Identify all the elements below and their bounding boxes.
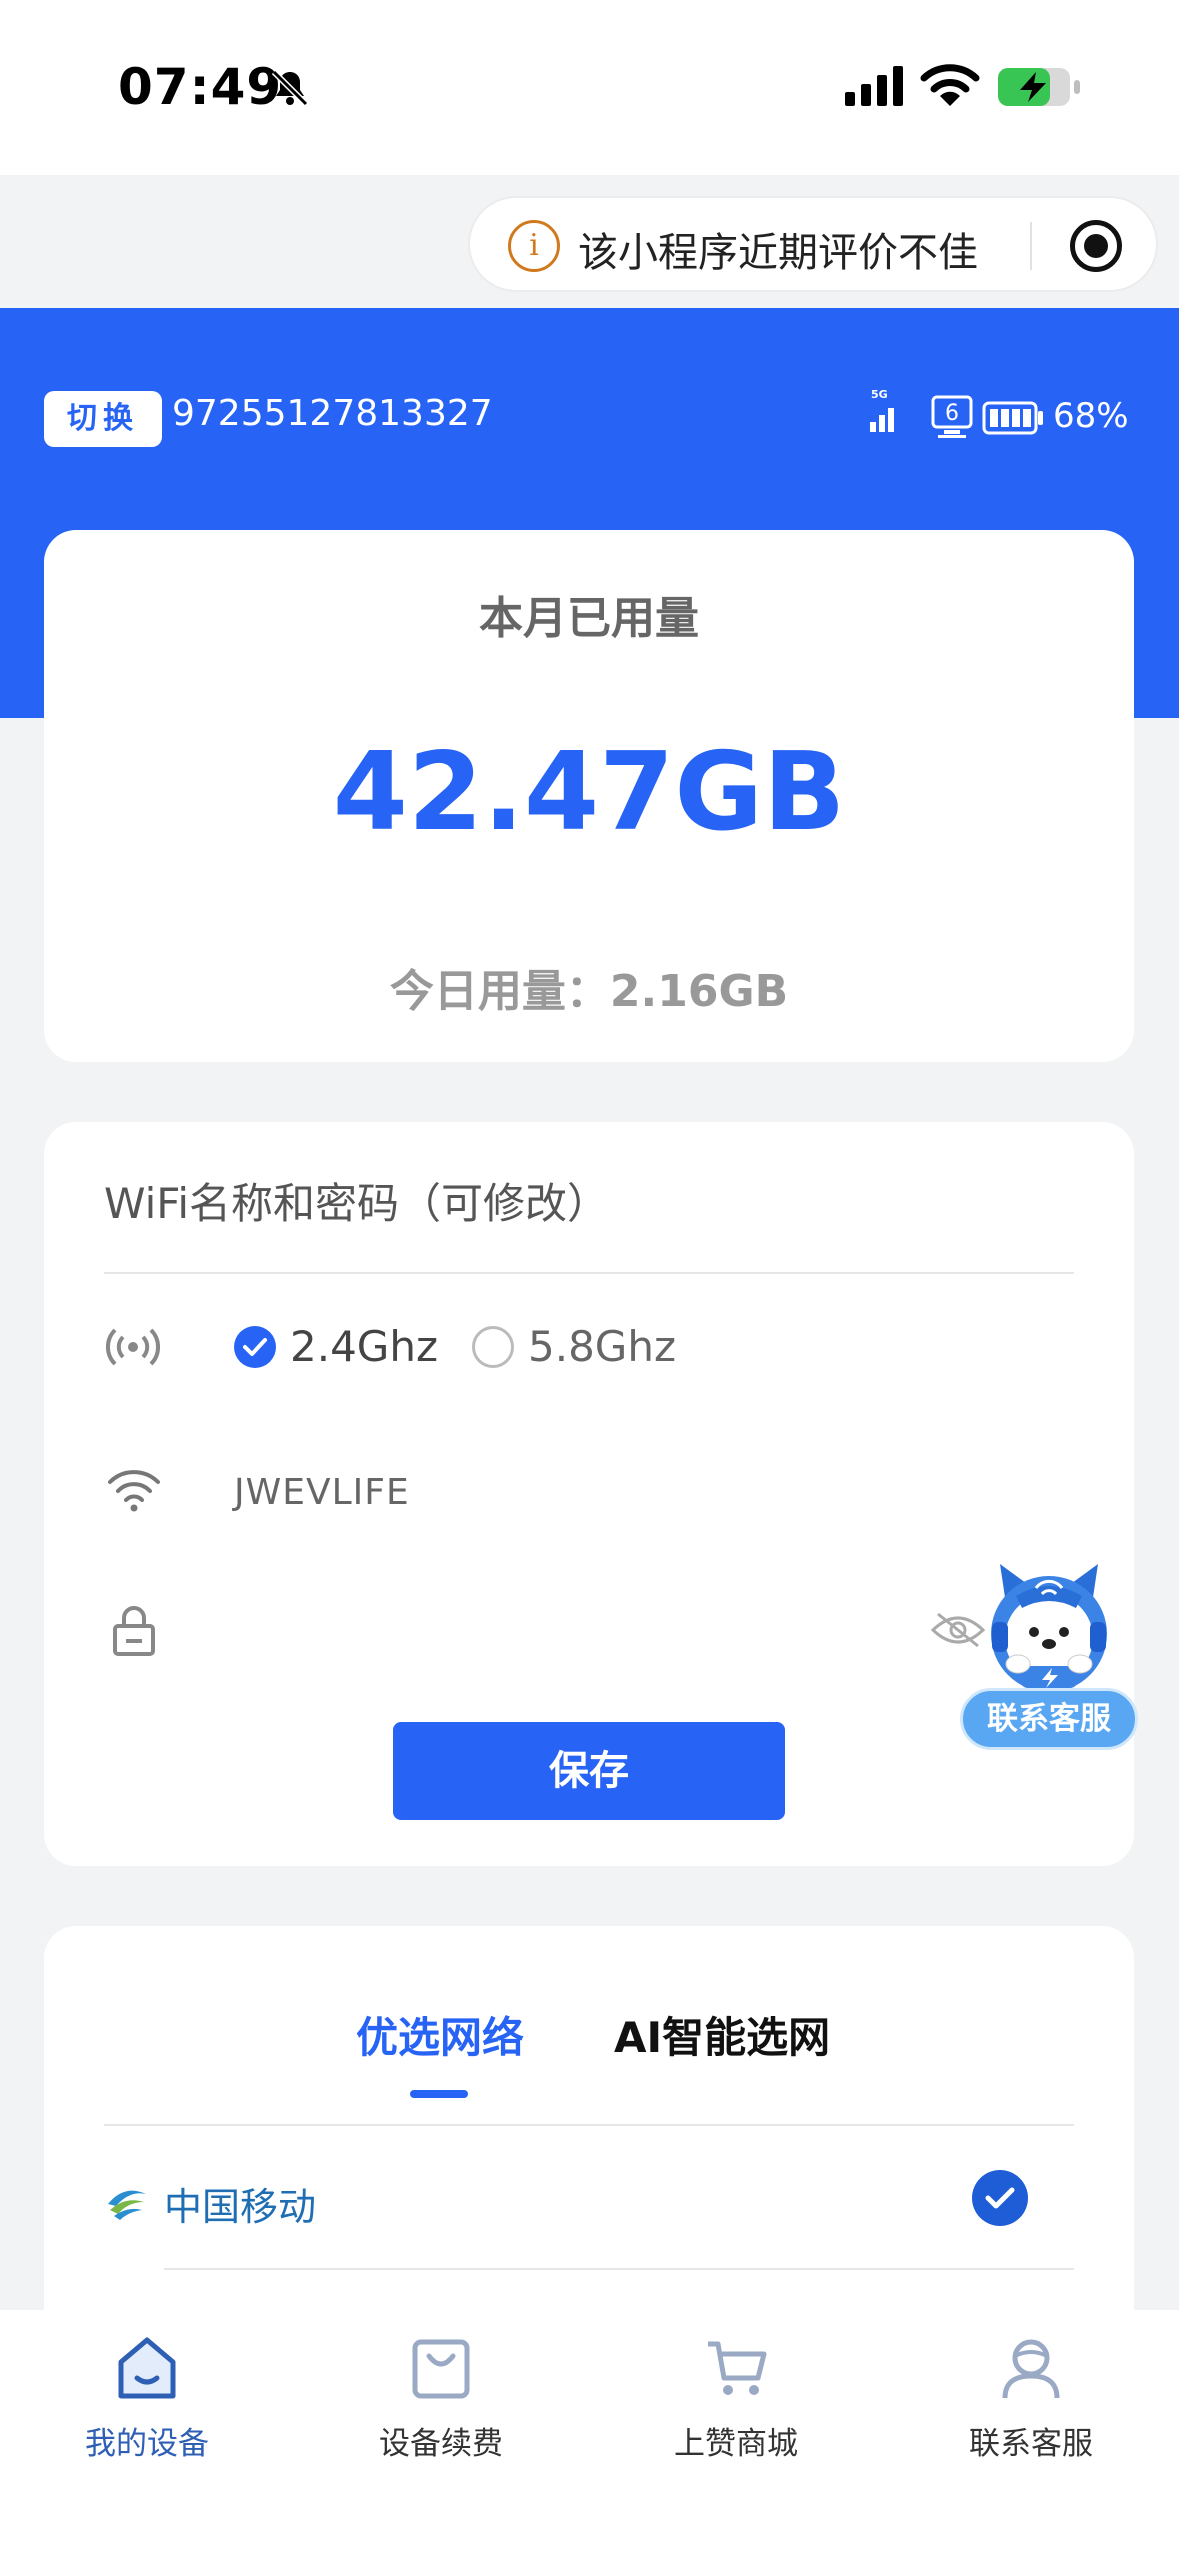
band-2-4-label[interactable]: 2.4Ghz (290, 1322, 438, 1371)
tab-device-renewal-label: 设备续费 (379, 2426, 503, 2462)
divider (164, 2268, 1074, 2270)
status-time: 07:49 (118, 58, 283, 116)
connected-users-count: 6 (945, 401, 959, 426)
cellular-signal-icon (845, 66, 903, 106)
wifi-ssid-input[interactable]: JWEVLIFE (234, 1472, 410, 1513)
active-tab-indicator (410, 2090, 468, 2098)
tab-preferred-network[interactable]: 优选网络 (356, 2004, 524, 2065)
tab-shop-label: 上赞商城 (674, 2426, 798, 2462)
carrier-selected-check[interactable] (972, 2170, 1028, 2226)
cart-icon (708, 2341, 767, 2395)
battery-charging-icon (998, 68, 1080, 106)
review-warning-text: 该小程序近期评价不佳 (578, 230, 978, 276)
monthly-usage-title: 本月已用量 (479, 593, 699, 644)
wifi-status-icon (920, 64, 980, 106)
device-battery-icon (982, 401, 1043, 435)
china-mobile-logo-icon (108, 2190, 146, 2220)
divider (104, 2124, 1074, 2126)
tab-my-device[interactable]: 我的设备 (47, 2324, 247, 2474)
tab-ai-network[interactable]: AI智能选网 (614, 2004, 830, 2065)
today-usage: 今日用量：2.16GB (389, 966, 789, 1017)
capsule-divider (1030, 222, 1032, 270)
usage-card: 本月已用量 42.47GB 今日用量：2.16GB (44, 530, 1134, 1062)
switch-device-button[interactable]: 切换 (44, 391, 162, 447)
wifi-card-title: WiFi名称和密码（可修改） (104, 1179, 610, 1228)
check-icon (985, 2187, 1015, 2209)
bell-muted-icon (271, 69, 309, 107)
carrier-china-mobile-label[interactable]: 中国移动 (164, 2176, 316, 2231)
status-bar: 07:49 (0, 0, 1179, 175)
divider (104, 1272, 1074, 1274)
bottom-tab-bar: 我的设备 设备续费 上赞商城 联系客服 (0, 2310, 1179, 2556)
home-icon (118, 2337, 176, 2399)
tab-my-device-label: 我的设备 (85, 2426, 209, 2462)
monthly-usage-value: 42.47GB (332, 730, 846, 855)
lock-icon (113, 1606, 155, 1656)
wifi-icon (108, 1470, 160, 1512)
wifi-password-input[interactable] (234, 1606, 894, 1656)
tab-shop[interactable]: 上赞商城 (636, 2324, 836, 2474)
record-close-icon[interactable] (1070, 220, 1122, 272)
tab-customer-service-label: 联系客服 (969, 2426, 1093, 2462)
bag-icon (412, 2339, 470, 2399)
device-battery-percent: 68% (1053, 396, 1129, 436)
5g-signal-icon: 5G (870, 388, 894, 432)
person-icon (1002, 2339, 1060, 2399)
band-2-4-radio-checked[interactable] (234, 1326, 276, 1368)
band-5-8-label[interactable]: 5.8Ghz (528, 1322, 676, 1371)
network-badge: 5G (871, 388, 888, 401)
review-warning-capsule[interactable]: i 该小程序近期评价不佳 (468, 196, 1158, 292)
tab-customer-service[interactable]: 联系客服 (931, 2324, 1131, 2474)
warning-info-icon: i (508, 220, 560, 272)
save-button[interactable]: 保存 (393, 1722, 785, 1820)
wifi-settings-card: WiFi名称和密码（可修改） 2.4Ghz 5.8Ghz JWEVLIFE 保存 (44, 1122, 1134, 1866)
tab-device-renewal[interactable]: 设备续费 (341, 2324, 541, 2474)
device-id: 97255127813327 (172, 393, 493, 434)
customer-service-float-button[interactable]: 联系客服 (960, 1688, 1138, 1750)
check-icon (243, 1338, 267, 1356)
connected-users-icon: 6 (931, 395, 973, 438)
broadcast-signal-icon (105, 1328, 161, 1366)
band-5-8-radio[interactable] (472, 1326, 514, 1368)
